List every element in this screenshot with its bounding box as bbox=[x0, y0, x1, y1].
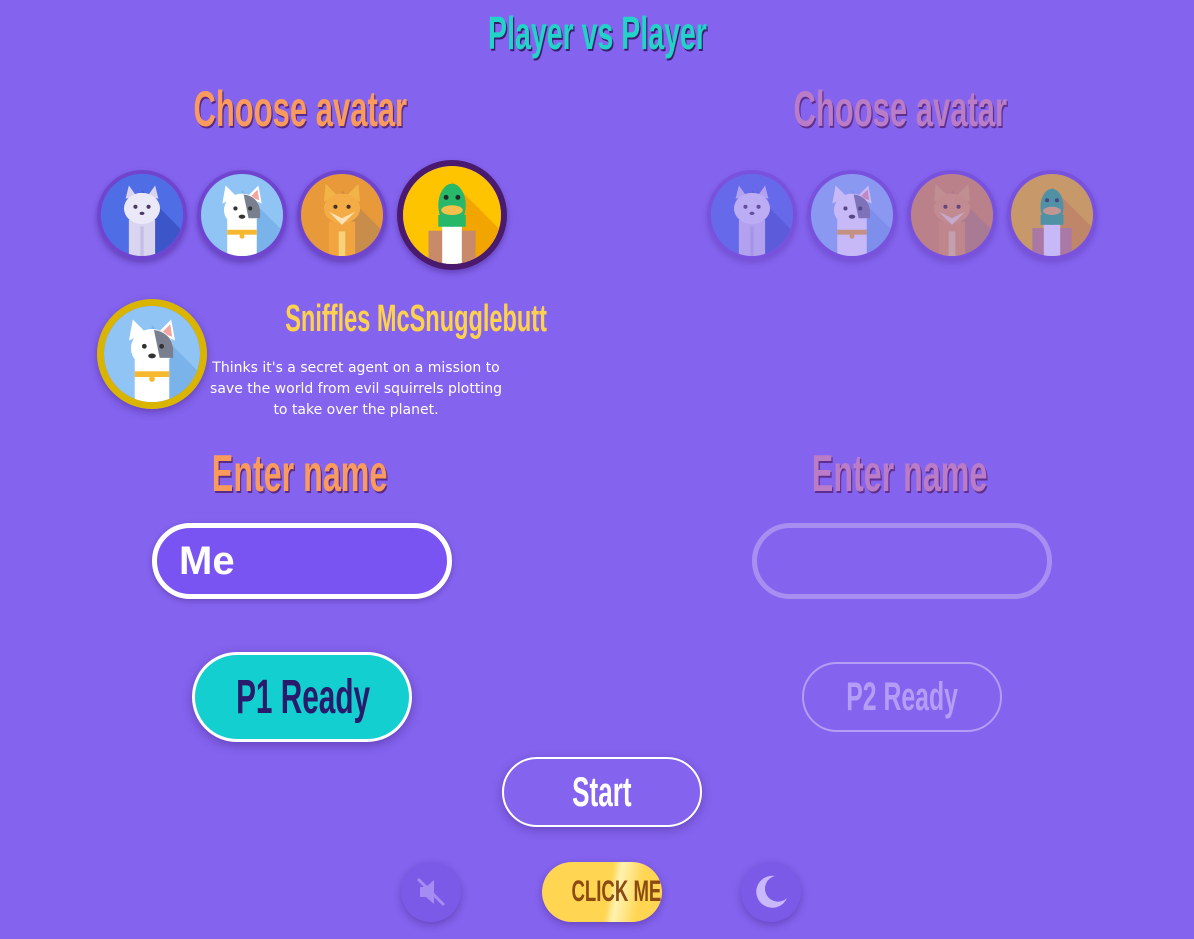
p2-avatar-duck[interactable] bbox=[1007, 170, 1097, 260]
mute-button[interactable] bbox=[401, 862, 461, 922]
p2-choose-avatar-heading: Choose avatar bbox=[793, 81, 1007, 137]
cat-icon bbox=[101, 174, 183, 256]
p1-ready-button[interactable]: P1 Ready bbox=[192, 652, 412, 742]
moon-icon bbox=[756, 875, 787, 908]
dog-icon bbox=[201, 174, 283, 256]
p1-avatar-cat[interactable] bbox=[97, 170, 187, 260]
theme-toggle-button[interactable] bbox=[741, 862, 801, 922]
profile-avatar bbox=[97, 299, 207, 409]
p1-avatar-fox[interactable] bbox=[297, 170, 387, 260]
start-button[interactable]: Start bbox=[502, 757, 702, 827]
p2-enter-name-heading: Enter name bbox=[812, 445, 988, 503]
p1-name-input[interactable] bbox=[152, 523, 452, 599]
dog-icon bbox=[811, 174, 893, 256]
page-title: Player vs Player bbox=[487, 7, 707, 59]
p2-avatar-fox[interactable] bbox=[907, 170, 997, 260]
p1-avatar-duck-selected[interactable] bbox=[397, 160, 507, 270]
p2-avatar-dog[interactable] bbox=[807, 170, 897, 260]
p2-avatar-cat[interactable] bbox=[707, 170, 797, 260]
p1-choose-avatar-heading: Choose avatar bbox=[193, 81, 407, 137]
duck-icon bbox=[1011, 174, 1093, 256]
profile-name: Sniffles McSnugglebutt bbox=[285, 298, 547, 340]
p1-enter-name-heading: Enter name bbox=[212, 445, 388, 503]
cat-icon bbox=[711, 174, 793, 256]
p2-name-input[interactable] bbox=[752, 523, 1052, 599]
p2-ready-button[interactable]: P2 Ready bbox=[802, 662, 1002, 732]
duck-icon bbox=[403, 166, 501, 264]
dog-icon bbox=[104, 306, 200, 402]
fox-icon bbox=[911, 174, 993, 256]
fox-icon bbox=[301, 174, 383, 256]
profile-description: Thinks it's a secret agent on a mission … bbox=[210, 360, 502, 418]
p1-avatar-dog[interactable] bbox=[197, 170, 287, 260]
speaker-muted-icon bbox=[416, 877, 446, 907]
click-me-button[interactable]: CLICK ME! bbox=[542, 862, 662, 922]
